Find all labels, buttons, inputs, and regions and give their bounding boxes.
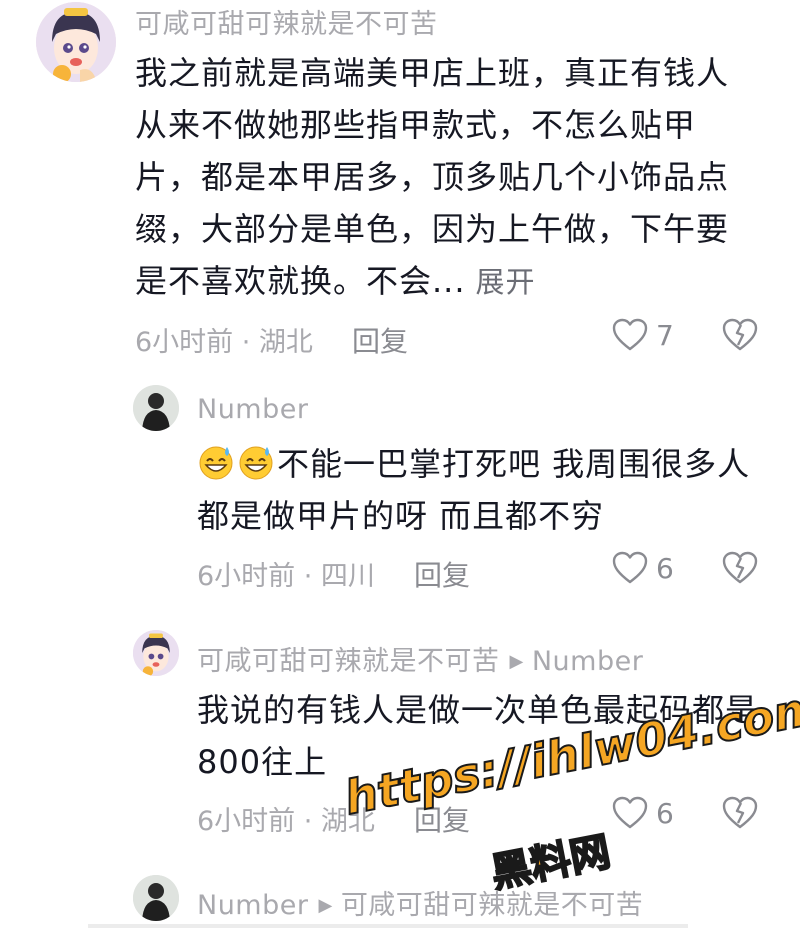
reply-to-username[interactable]: Number: [532, 646, 643, 677]
dislike-button[interactable]: [722, 796, 758, 834]
comment-line: 不能一巴掌打死吧 我周围很多人: [197, 438, 750, 490]
grinning-sweat-emoji-icon: [199, 446, 233, 480]
comment-line: 片，都是本甲居多，顶多贴几个小饰品点: [135, 158, 730, 196]
comment-line: 缀，大部分是单色，因为上午做，下午要: [135, 210, 730, 248]
comment-line-text: 是不喜欢就换。不会...: [135, 262, 466, 300]
broken-heart-icon: [722, 796, 758, 829]
broken-heart-icon: [722, 318, 758, 351]
triangle-right-icon: ▶: [509, 651, 524, 672]
broken-heart-icon: [722, 551, 758, 584]
avatar[interactable]: [133, 875, 179, 921]
comment-meta: 6小时前 · 湖北: [135, 327, 313, 358]
username-link[interactable]: Number: [197, 890, 308, 921]
like-button[interactable]: 6: [612, 796, 674, 830]
comment-line: 是不喜欢就换。不会... 展开: [135, 255, 729, 308]
reply-button[interactable]: 回复: [414, 799, 470, 839]
comment-line: 我说的有钱人是做一次单色最起码都是: [197, 691, 759, 729]
heart-outline-icon: [612, 796, 648, 829]
avatar[interactable]: [36, 2, 116, 82]
reply-to-username[interactable]: 可咸可甜可辣就是不可苦: [341, 890, 644, 921]
avatar-illustration: [36, 2, 116, 82]
username: Number ▶ 可咸可甜可辣就是不可苦: [197, 883, 643, 922]
grinning-sweat-emoji-icon: [239, 446, 273, 480]
username[interactable]: 可咸可甜可辣就是不可苦: [135, 2, 438, 41]
avatar-illustration: [133, 875, 179, 921]
avatar-illustration: [133, 630, 179, 676]
username[interactable]: Number: [197, 394, 308, 425]
avatar[interactable]: [133, 385, 179, 431]
comment-line-text: 不能一巴掌打死吧 我周围很多人: [277, 445, 751, 483]
comment-meta: 6小时前 · 湖北: [197, 806, 375, 837]
username-link[interactable]: 可咸可甜可辣就是不可苦: [197, 646, 500, 677]
comment-line: 800往上: [197, 743, 328, 781]
expand-button[interactable]: 展开: [476, 265, 536, 299]
like-button[interactable]: 7: [612, 318, 674, 352]
avatar-illustration: [133, 385, 179, 431]
reply-button[interactable]: 回复: [414, 554, 470, 594]
comment-line: 都是做甲片的呀 而且都不穷: [197, 497, 605, 535]
heart-outline-icon: [612, 318, 648, 351]
comment-text: 我说的有钱人是做一次单色最起码都是 800往上: [197, 684, 758, 788]
like-count: 7: [656, 318, 674, 352]
like-count: 6: [656, 796, 674, 830]
dislike-button[interactable]: [722, 551, 758, 589]
reply-button[interactable]: 回复: [352, 320, 408, 360]
comment-text: 不能一巴掌打死吧 我周围很多人 都是做甲片的呀 而且都不穷: [197, 438, 750, 542]
heart-outline-icon: [612, 551, 648, 584]
dislike-button[interactable]: [722, 318, 758, 356]
triangle-right-icon: ▶: [318, 895, 333, 916]
comment-text: 我之前就是高端美甲店上班，真正有钱人 从来不做她那些指甲款式，不怎么贴甲 片，都…: [135, 47, 729, 308]
comment-line: 从来不做她那些指甲款式，不怎么贴甲: [135, 106, 697, 144]
divider: [88, 924, 688, 928]
comment-meta: 6小时前 · 四川: [197, 561, 375, 592]
comment-line: 我之前就是高端美甲店上班，真正有钱人: [135, 54, 730, 92]
username: 可咸可甜可辣就是不可苦 ▶ Number: [197, 639, 643, 678]
like-button[interactable]: 6: [612, 551, 674, 585]
avatar[interactable]: [133, 630, 179, 676]
like-count: 6: [656, 551, 674, 585]
